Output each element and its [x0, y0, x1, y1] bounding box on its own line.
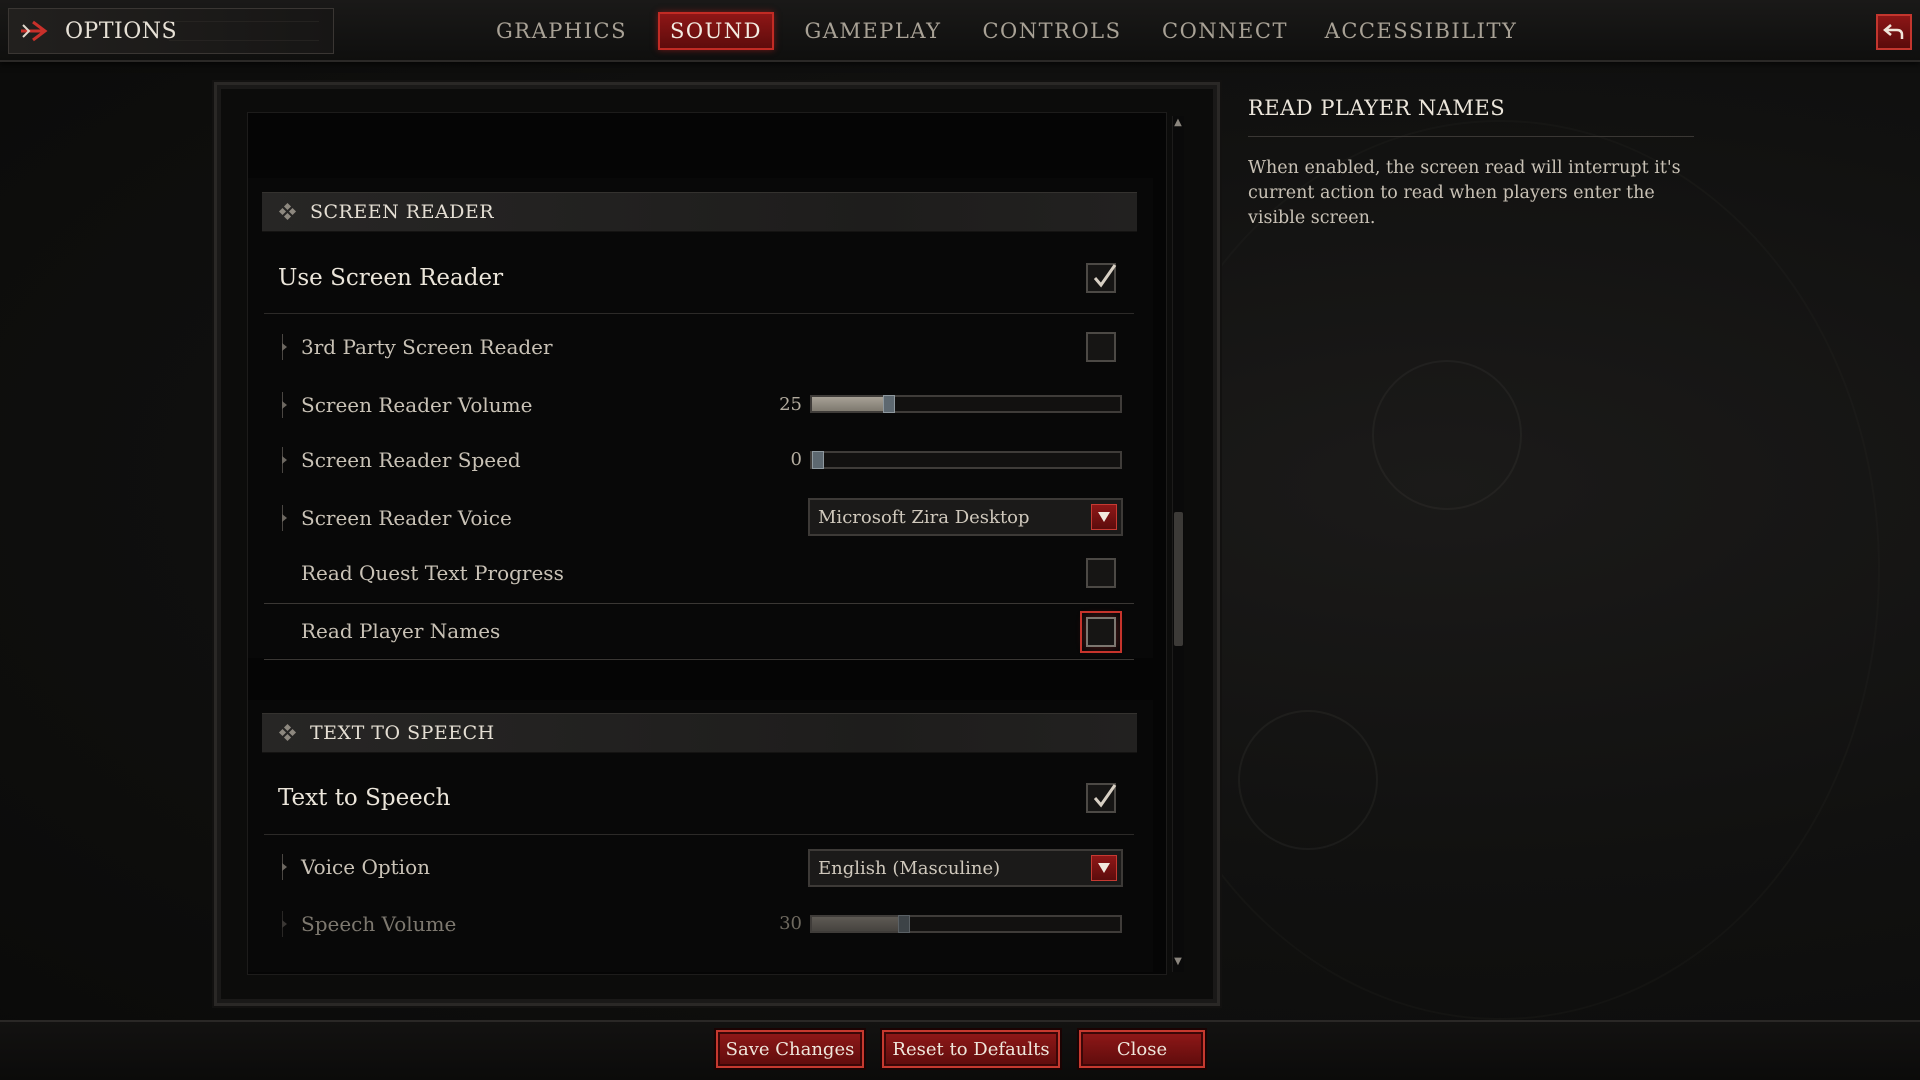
tab-controls[interactable]: CONTROLS	[982, 12, 1122, 50]
tab-gameplay[interactable]: GAMEPLAY	[802, 12, 944, 50]
setting-label: Voice Option	[301, 855, 430, 879]
slider-fill	[812, 917, 904, 931]
background-ring	[1120, 120, 1880, 1020]
screen-reader-speed-slider[interactable]	[810, 451, 1122, 469]
checkmark-icon	[1093, 784, 1117, 808]
tab-sound-label: SOUND	[669, 19, 762, 43]
tab-graphics[interactable]: GRAPHICS	[494, 12, 629, 50]
tab-accessibility[interactable]: ACCESSIBILITY	[1325, 12, 1516, 50]
diamond-cluster-icon	[278, 723, 297, 742]
text-to-speech-checkbox[interactable]	[1086, 783, 1117, 813]
top-bar: OPTIONS GRAPHICS SOUND GAMEPLAY CONTROLS…	[0, 0, 1920, 62]
chevron-down-icon[interactable]	[1091, 504, 1117, 530]
setting-use-screen-reader[interactable]: Use Screen Reader	[264, 258, 1134, 298]
save-changes-button[interactable]: Save Changes	[716, 1030, 864, 1068]
section-header-text-to-speech: TEXT TO SPEECH	[262, 713, 1137, 753]
setting-read-player-names[interactable]: Read Player Names	[264, 614, 1134, 648]
read-player-names-checkbox[interactable]	[1080, 611, 1122, 653]
scrollbar-thumb[interactable]	[1174, 512, 1183, 646]
chevron-down-icon[interactable]	[1091, 855, 1117, 881]
sub-setting-tick	[282, 505, 288, 531]
setting-label: Screen Reader Voice	[301, 506, 512, 530]
slider-value: 30	[779, 913, 802, 934]
tab-accessibility-label: ACCESSIBILITY	[1324, 19, 1518, 43]
sub-setting-tick	[282, 334, 288, 360]
slider-fill	[812, 397, 889, 411]
divider	[264, 603, 1134, 604]
speech-volume-slider[interactable]	[810, 915, 1122, 933]
detail-description: When enabled, the screen read will inter…	[1248, 158, 1681, 228]
sub-setting-tick	[282, 392, 288, 418]
dropdown-value: English (Masculine)	[818, 857, 1001, 879]
detail-divider	[1248, 136, 1694, 137]
setting-label: Text to Speech	[278, 785, 451, 811]
arrow-sigil-icon	[21, 20, 48, 42]
sub-setting-tick	[282, 447, 288, 473]
tab-graphics-label: GRAPHICS	[496, 19, 627, 43]
diamond-cluster-icon	[278, 202, 297, 221]
scroll-down-arrow-icon[interactable]: ▼	[1172, 955, 1184, 969]
scroll-up-arrow-icon[interactable]: ▲	[1172, 116, 1184, 130]
sub-setting-tick	[282, 911, 288, 937]
divider	[264, 834, 1134, 835]
tab-connect-label: CONNECT	[1162, 19, 1288, 43]
return-arrow-icon	[1883, 24, 1904, 39]
section-title: TEXT TO SPEECH	[310, 722, 495, 744]
section-title: SCREEN READER	[310, 201, 495, 223]
button-label: Reset to Defaults	[892, 1038, 1050, 1060]
options-title-plate: OPTIONS	[8, 8, 334, 54]
divider	[264, 313, 1134, 314]
options-title: OPTIONS	[65, 18, 178, 44]
button-label: Save Changes	[725, 1038, 855, 1060]
voice-option-dropdown[interactable]: English (Masculine)	[808, 849, 1123, 887]
tab-controls-label: CONTROLS	[982, 19, 1122, 43]
setting-3rd-party-screen-reader[interactable]: 3rd Party Screen Reader	[264, 330, 1134, 364]
tab-gameplay-label: GAMEPLAY	[804, 19, 942, 43]
close-button[interactable]: Close	[1079, 1030, 1205, 1068]
setting-text-to-speech[interactable]: Text to Speech	[264, 778, 1134, 818]
back-button[interactable]	[1876, 14, 1912, 50]
3rd-party-screen-reader-checkbox[interactable]	[1086, 332, 1116, 362]
setting-label: Read Player Names	[301, 619, 501, 643]
setting-label: Screen Reader Volume	[301, 393, 533, 417]
section-header-screen-reader: SCREEN READER	[262, 192, 1137, 232]
button-label: Close	[1116, 1038, 1168, 1060]
tab-connect[interactable]: CONNECT	[1160, 12, 1290, 50]
sub-setting-tick	[282, 854, 288, 880]
dropdown-value: Microsoft Zira Desktop	[818, 506, 1030, 528]
slider-handle[interactable]	[898, 915, 910, 933]
slider-handle[interactable]	[883, 395, 895, 413]
setting-label: Screen Reader Speed	[301, 448, 521, 472]
setting-label: Speech Volume	[301, 912, 457, 936]
reset-to-defaults-button[interactable]: Reset to Defaults	[882, 1030, 1060, 1068]
title-ornament	[169, 21, 319, 41]
checkmark-icon	[1093, 264, 1117, 288]
setting-label: 3rd Party Screen Reader	[301, 335, 553, 359]
slider-value: 0	[790, 449, 802, 470]
setting-label: Read Quest Text Progress	[301, 561, 564, 585]
screen-reader-volume-slider[interactable]	[810, 395, 1122, 413]
slider-handle[interactable]	[812, 451, 824, 469]
slider-value: 25	[779, 394, 802, 415]
tab-sound[interactable]: SOUND	[658, 12, 774, 50]
read-quest-text-progress-checkbox[interactable]	[1086, 558, 1116, 588]
use-screen-reader-checkbox[interactable]	[1086, 263, 1117, 293]
divider	[264, 659, 1134, 660]
screen-reader-voice-dropdown[interactable]: Microsoft Zira Desktop	[808, 498, 1123, 536]
setting-read-quest-text-progress[interactable]: Read Quest Text Progress	[264, 556, 1134, 590]
detail-title: READ PLAYER NAMES	[1248, 96, 1506, 120]
setting-label: Use Screen Reader	[278, 265, 504, 291]
